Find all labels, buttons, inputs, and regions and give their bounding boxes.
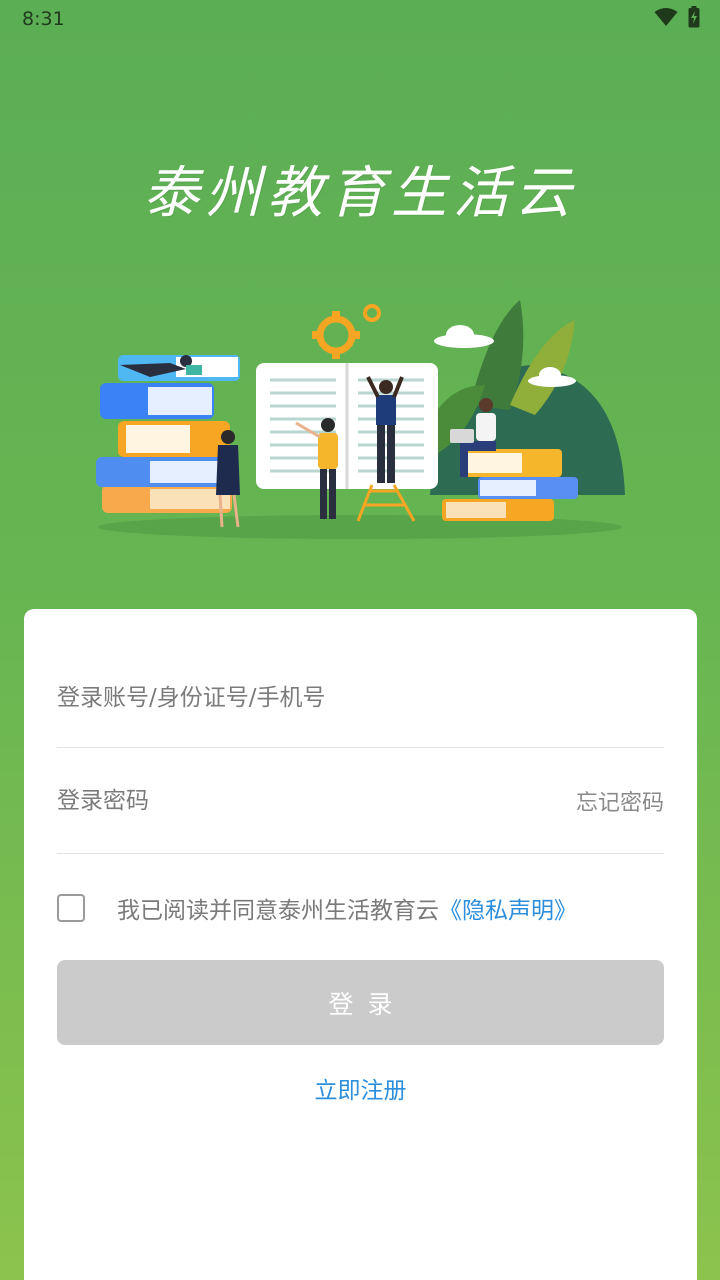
account-field <box>57 649 664 748</box>
agreement-checkbox[interactable] <box>57 894 85 922</box>
agreement-row: 我已阅读并同意泰州生活教育云 《隐私声明》 <box>57 890 664 926</box>
password-input[interactable] <box>57 749 537 853</box>
forgot-password-link[interactable]: 忘记密码 <box>576 749 664 853</box>
status-icons <box>654 6 700 32</box>
register-link[interactable]: 立即注册 <box>24 1071 697 1105</box>
account-input[interactable] <box>57 649 537 747</box>
status-time: 8:31 <box>22 8 65 30</box>
password-field: 忘记密码 <box>57 749 664 854</box>
privacy-statement-link[interactable]: 《隐私声明》 <box>439 891 577 925</box>
education-illustration <box>90 295 630 545</box>
login-card: 忘记密码 我已阅读并同意泰州生活教育云 《隐私声明》 登录 立即注册 <box>24 609 697 1280</box>
agreement-text: 我已阅读并同意泰州生活教育云 <box>117 898 439 924</box>
wifi-icon <box>654 7 678 31</box>
login-button[interactable]: 登录 <box>57 960 664 1045</box>
status-bar: 8:31 <box>0 0 720 40</box>
battery-charging-icon <box>688 6 700 32</box>
app-title-logo: 泰州教育生活云 <box>143 161 577 226</box>
login-screen: 8:31 泰州教育生活云 登录账号/身份证号/手机号 忘记密码 我已阅读并同意泰… <box>0 0 720 1280</box>
